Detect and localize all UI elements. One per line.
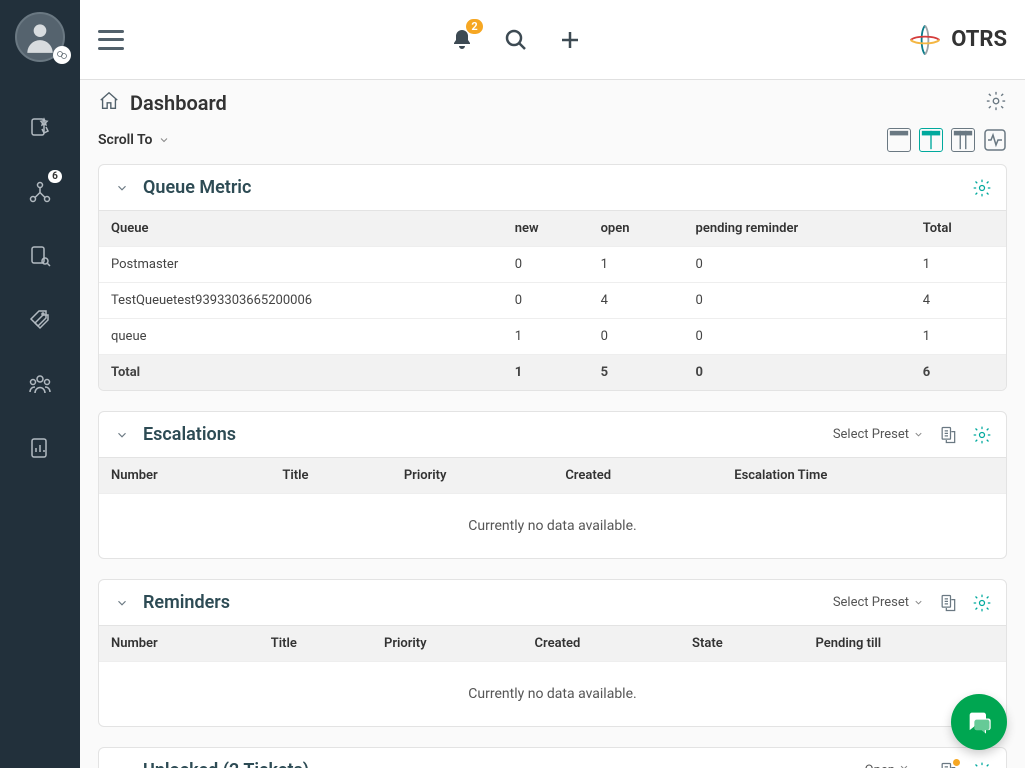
nav-reports[interactable] xyxy=(20,432,60,464)
widget-title: Reminders xyxy=(143,592,821,613)
preset-dropdown[interactable]: Select Preset xyxy=(833,427,924,442)
nav-search-doc[interactable] xyxy=(20,240,60,272)
scroll-to-label: Scroll To xyxy=(98,132,152,148)
collapse-toggle[interactable] xyxy=(113,762,131,768)
col-total: Total xyxy=(911,211,1006,247)
widget-settings-icon[interactable] xyxy=(972,425,992,445)
chevron-down-icon xyxy=(913,429,924,440)
queue-metric-table: Queue new open pending reminder Total Po… xyxy=(99,210,1006,390)
sidebar: 6 xyxy=(0,0,80,768)
search-icon[interactable] xyxy=(503,27,529,53)
col-queue: Queue xyxy=(99,211,503,247)
col-new: new xyxy=(503,211,589,247)
col-title: Title xyxy=(259,626,372,662)
widget-reminders: Reminders Select Preset Number Title xyxy=(98,579,1007,727)
topbar: 2 OTRS xyxy=(80,0,1025,80)
avatar[interactable] xyxy=(15,12,65,62)
widget-title: Unlocked (2 Tickets) xyxy=(143,760,853,768)
col-open: open xyxy=(589,211,684,247)
page-header: Dashboard xyxy=(80,80,1025,122)
nav-badge: 6 xyxy=(48,170,62,183)
page-title: Dashboard xyxy=(130,91,227,115)
collapse-toggle[interactable] xyxy=(113,426,131,444)
col-title: Title xyxy=(270,458,391,494)
nav-favorites[interactable] xyxy=(20,112,60,144)
widget-settings-icon[interactable] xyxy=(972,178,992,198)
status-icon xyxy=(53,46,71,64)
escalations-table: Number Title Priority Created Escalation… xyxy=(99,457,1006,493)
page-settings-icon[interactable] xyxy=(985,90,1007,116)
collapse-toggle[interactable] xyxy=(113,594,131,612)
widget-unlocked: Unlocked (2 Tickets) Open Number xyxy=(98,747,1007,768)
table-row[interactable]: Postmaster 0 1 0 1 xyxy=(99,247,1006,283)
menu-toggle[interactable] xyxy=(98,30,124,50)
chevron-down-icon xyxy=(158,134,170,146)
preset-dropdown[interactable]: Open xyxy=(865,763,924,768)
table-total-row: Total 1 5 0 6 xyxy=(99,355,1006,391)
chat-fab[interactable] xyxy=(951,694,1007,750)
widget-title: Escalations xyxy=(143,424,821,445)
nav-processes[interactable]: 6 xyxy=(20,176,60,208)
home-icon xyxy=(98,90,120,116)
brand-logo: OTRS xyxy=(907,22,1007,58)
layout-activity-icon[interactable] xyxy=(983,128,1007,152)
widget-settings-icon[interactable] xyxy=(972,761,992,768)
nav-people[interactable] xyxy=(20,368,60,400)
clear-preset-icon[interactable] xyxy=(899,763,909,768)
col-priority: Priority xyxy=(372,626,523,662)
nav-tags[interactable] xyxy=(20,304,60,336)
col-pending: pending reminder xyxy=(684,211,911,247)
empty-message: Currently no data available. xyxy=(99,493,1006,558)
notifications-icon[interactable]: 2 xyxy=(449,27,475,53)
scroll-to-dropdown[interactable]: Scroll To xyxy=(98,132,170,148)
table-row[interactable]: TestQueuetest9393303665200006 0 4 0 4 xyxy=(99,283,1006,319)
reminders-table: Number Title Priority Created State Pend… xyxy=(99,625,1006,661)
col-escalation: Escalation Time xyxy=(722,458,1006,494)
col-pending: Pending till xyxy=(804,626,1006,662)
col-state: State xyxy=(680,626,803,662)
filter-icon[interactable] xyxy=(938,761,958,768)
col-priority: Priority xyxy=(392,458,553,494)
collapse-toggle[interactable] xyxy=(113,179,131,197)
widget-escalations: Escalations Select Preset Number Title xyxy=(98,411,1007,559)
col-number: Number xyxy=(99,458,270,494)
empty-message: Currently no data available. xyxy=(99,661,1006,726)
widget-title: Queue Metric xyxy=(143,177,960,198)
table-row[interactable]: queue 1 0 0 1 xyxy=(99,319,1006,355)
layout-1col-icon[interactable] xyxy=(887,128,911,152)
widget-settings-icon[interactable] xyxy=(972,593,992,613)
col-created: Created xyxy=(523,626,681,662)
col-created: Created xyxy=(553,458,722,494)
chevron-down-icon xyxy=(913,597,924,608)
filter-icon[interactable] xyxy=(938,593,958,613)
layout-2col-icon[interactable] xyxy=(919,128,943,152)
add-icon[interactable] xyxy=(557,27,583,53)
col-number: Number xyxy=(99,626,259,662)
brand-text: OTRS xyxy=(951,27,1007,52)
filter-icon[interactable] xyxy=(938,425,958,445)
notification-count: 2 xyxy=(466,19,482,34)
layout-3col-icon[interactable] xyxy=(951,128,975,152)
preset-dropdown[interactable]: Select Preset xyxy=(833,595,924,610)
widget-queue-metric: Queue Metric Queue new open pending remi… xyxy=(98,164,1007,391)
